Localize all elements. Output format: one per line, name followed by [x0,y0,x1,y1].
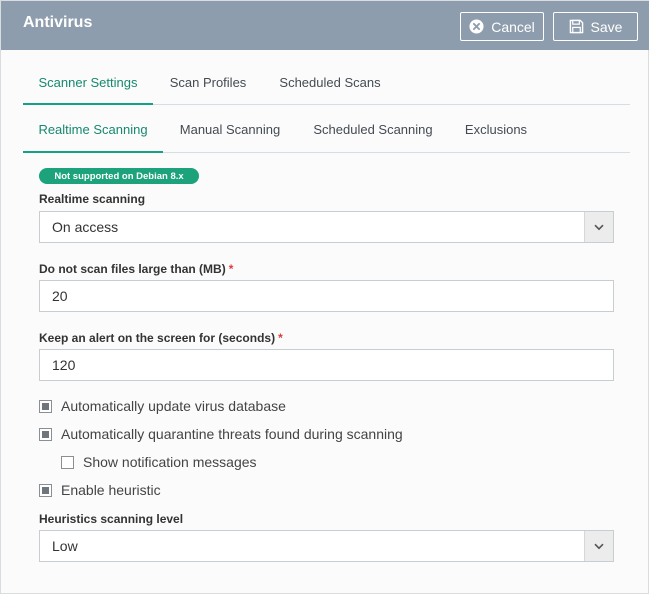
label-text: Keep an alert on the screen for (seconds… [39,331,276,345]
chevron-down-icon[interactable] [584,212,613,242]
main-tabs: Scanner Settings Scan Profiles Scheduled… [23,61,630,105]
enable-heuristic-option[interactable]: Enable heuristic [39,482,161,498]
panel-header: Antivirus Cancel Save [1,1,649,50]
alert-duration-label: Keep an alert on the screen for (seconds… [39,331,283,345]
tab-manual-scanning[interactable]: Manual Scanning [171,107,289,152]
heuristics-level-select[interactable]: Low [39,530,614,562]
sub-tabs: Realtime Scanning Manual Scanning Schedu… [23,107,630,153]
tab-label: Scan Profiles [169,75,247,90]
required-marker: * [228,262,234,276]
tab-scan-profiles[interactable]: Scan Profiles [160,61,256,104]
show-notifications-option[interactable]: Show notification messages [61,454,257,470]
label-text: Do not scan files large than (MB) [39,262,226,276]
tab-realtime-scanning[interactable]: Realtime Scanning [23,107,163,153]
tab-label: Exclusions [464,122,528,137]
floppy-disk-icon [569,19,584,34]
tab-label: Scanner Settings [38,75,138,90]
select-value: On access [52,219,119,235]
required-marker: * [278,331,283,345]
status-badge: Not supported on Debian 8.x [39,168,199,184]
auto-quarantine-option[interactable]: Automatically quarantine threats found d… [39,426,403,442]
cancel-button-label: Cancel [491,18,535,35]
tab-label: Scheduled Scanning [313,122,433,137]
alert-duration-input[interactable]: 120 [39,349,614,381]
tab-label: Manual Scanning [179,122,281,137]
enable-heuristic-checkbox[interactable] [39,483,52,497]
realtime-scanning-select[interactable]: On access [39,211,614,243]
option-label: Automatically update virus database [61,398,286,414]
save-button[interactable]: Save [553,12,638,41]
tab-label: Realtime Scanning [38,122,148,137]
antivirus-panel: Antivirus Cancel Save Scanner Settings S… [0,0,649,594]
max-file-size-input[interactable]: 20 [39,280,614,312]
input-value: 120 [52,357,76,373]
auto-update-option[interactable]: Automatically update virus database [39,398,286,414]
select-value: Low [52,538,78,554]
close-circle-icon [469,19,484,34]
page-title: Antivirus [23,14,93,31]
tab-label: Scheduled Scans [279,75,381,90]
save-button-label: Save [590,18,623,35]
auto-update-checkbox[interactable] [39,399,52,413]
realtime-scanning-label: Realtime scanning [39,192,146,206]
show-notifications-checkbox[interactable] [61,455,74,469]
tab-exclusions[interactable]: Exclusions [458,107,534,152]
tab-scheduled-scans[interactable]: Scheduled Scans [273,61,387,104]
option-label: Enable heuristic [61,482,161,498]
tab-scanner-settings[interactable]: Scanner Settings [23,61,153,105]
auto-quarantine-checkbox[interactable] [39,427,52,441]
input-value: 20 [52,288,68,304]
heuristics-level-label: Heuristics scanning level [39,512,184,526]
option-label: Automatically quarantine threats found d… [61,426,403,442]
cancel-button[interactable]: Cancel [460,12,544,41]
tab-scheduled-scanning[interactable]: Scheduled Scanning [306,107,440,152]
option-label: Show notification messages [83,454,257,470]
chevron-down-icon[interactable] [584,531,613,561]
max-file-size-label: Do not scan files large than (MB) * [39,262,233,276]
